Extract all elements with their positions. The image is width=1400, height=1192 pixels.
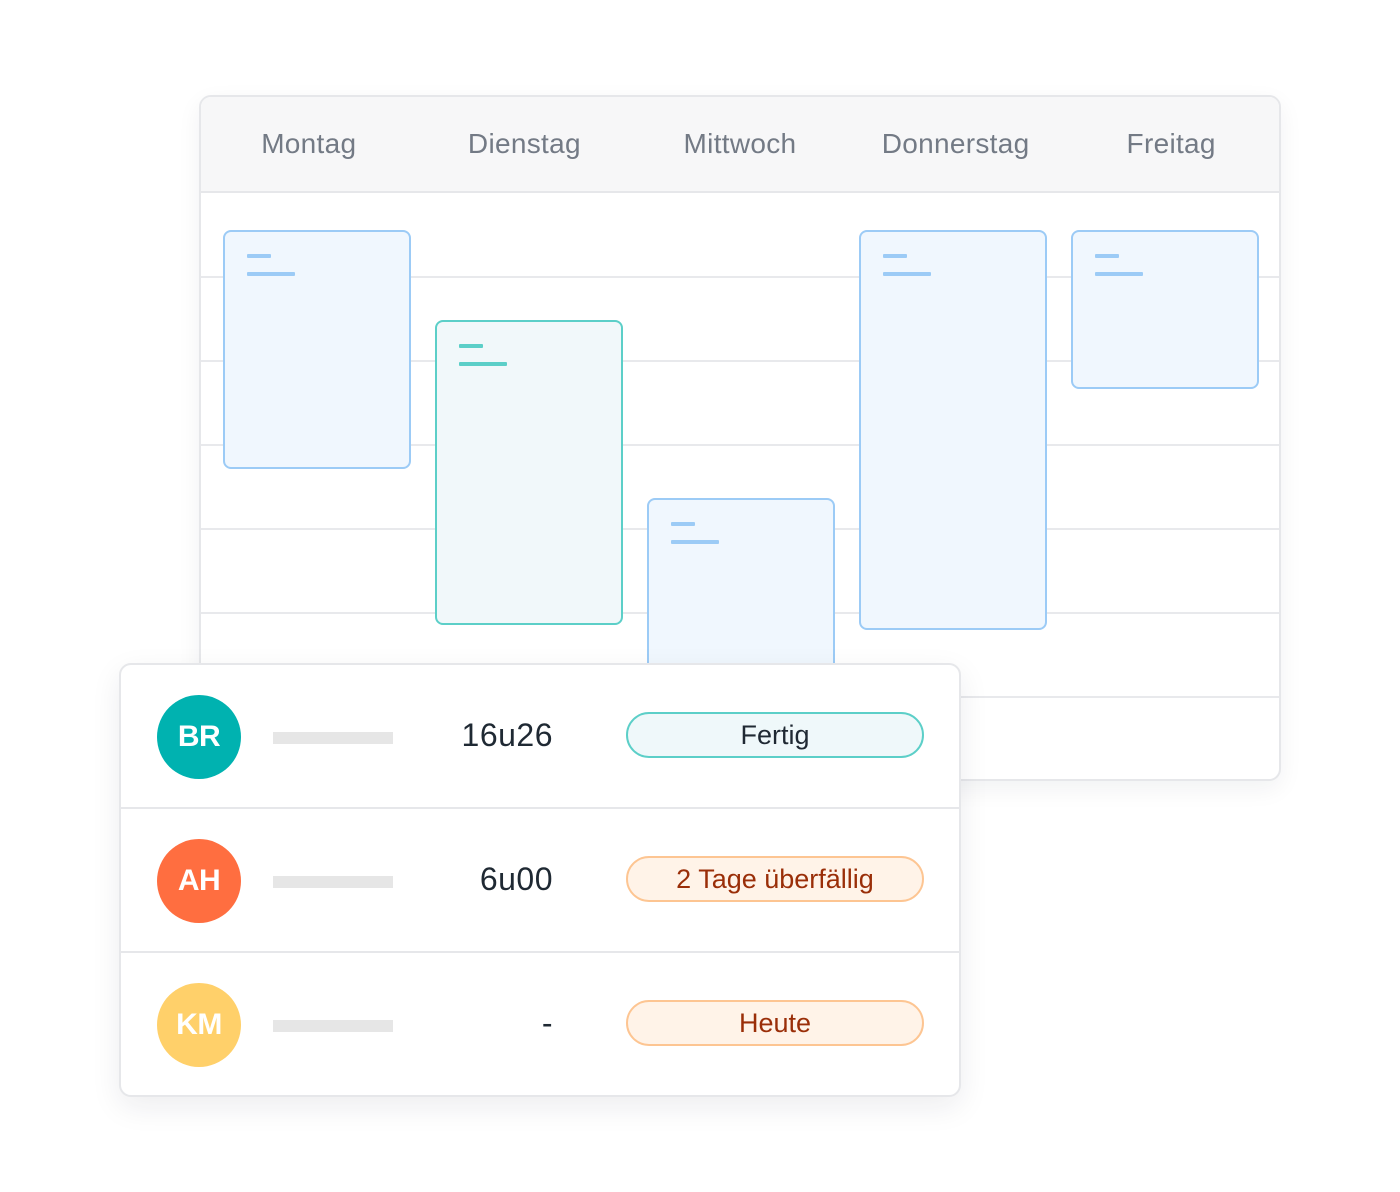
day-header-monday[interactable]: Montag: [201, 97, 417, 191]
event-subtitle-placeholder: [459, 362, 507, 366]
event-title-placeholder: [671, 522, 695, 526]
task-name-placeholder: [273, 732, 393, 744]
calendar-header: Montag Dienstag Mittwoch Donnerstag Frei…: [201, 97, 1279, 193]
task-name-placeholder: [273, 876, 393, 888]
calendar-event-monday[interactable]: [223, 230, 411, 469]
status-badge: Fertig: [626, 712, 924, 758]
task-row[interactable]: AH 6u00 2 Tage überfällig: [121, 809, 959, 953]
calendar-event-thursday[interactable]: [859, 230, 1047, 630]
day-header-wednesday[interactable]: Mittwoch: [632, 97, 848, 191]
calendar-event-friday[interactable]: [1071, 230, 1259, 389]
day-header-thursday[interactable]: Donnerstag: [848, 97, 1064, 191]
time-tracked: 16u26: [461, 717, 553, 753]
time-tracked: 6u00: [479, 861, 553, 897]
status-badge: Heute: [626, 1000, 924, 1046]
avatar: KM: [157, 983, 241, 1067]
event-title-placeholder: [247, 254, 271, 258]
event-title-placeholder: [883, 254, 907, 258]
time-tracked: -: [541, 1005, 553, 1041]
event-subtitle-placeholder: [247, 272, 295, 276]
task-name-placeholder: [273, 1020, 393, 1032]
task-list: BR 16u26 Fertig AH 6u00 2 Tage überfälli…: [119, 663, 961, 1097]
event-title-placeholder: [1095, 254, 1119, 258]
event-subtitle-placeholder: [1095, 272, 1143, 276]
event-title-placeholder: [459, 344, 483, 348]
avatar: BR: [157, 695, 241, 779]
avatar: AH: [157, 839, 241, 923]
day-header-friday[interactable]: Freitag: [1063, 97, 1279, 191]
task-row[interactable]: KM - Heute: [121, 953, 959, 1095]
event-subtitle-placeholder: [883, 272, 931, 276]
day-header-tuesday[interactable]: Dienstag: [417, 97, 633, 191]
event-subtitle-placeholder: [671, 540, 719, 544]
status-badge: 2 Tage überfällig: [626, 856, 924, 902]
task-row[interactable]: BR 16u26 Fertig: [121, 665, 959, 809]
calendar-event-tuesday[interactable]: [435, 320, 623, 625]
